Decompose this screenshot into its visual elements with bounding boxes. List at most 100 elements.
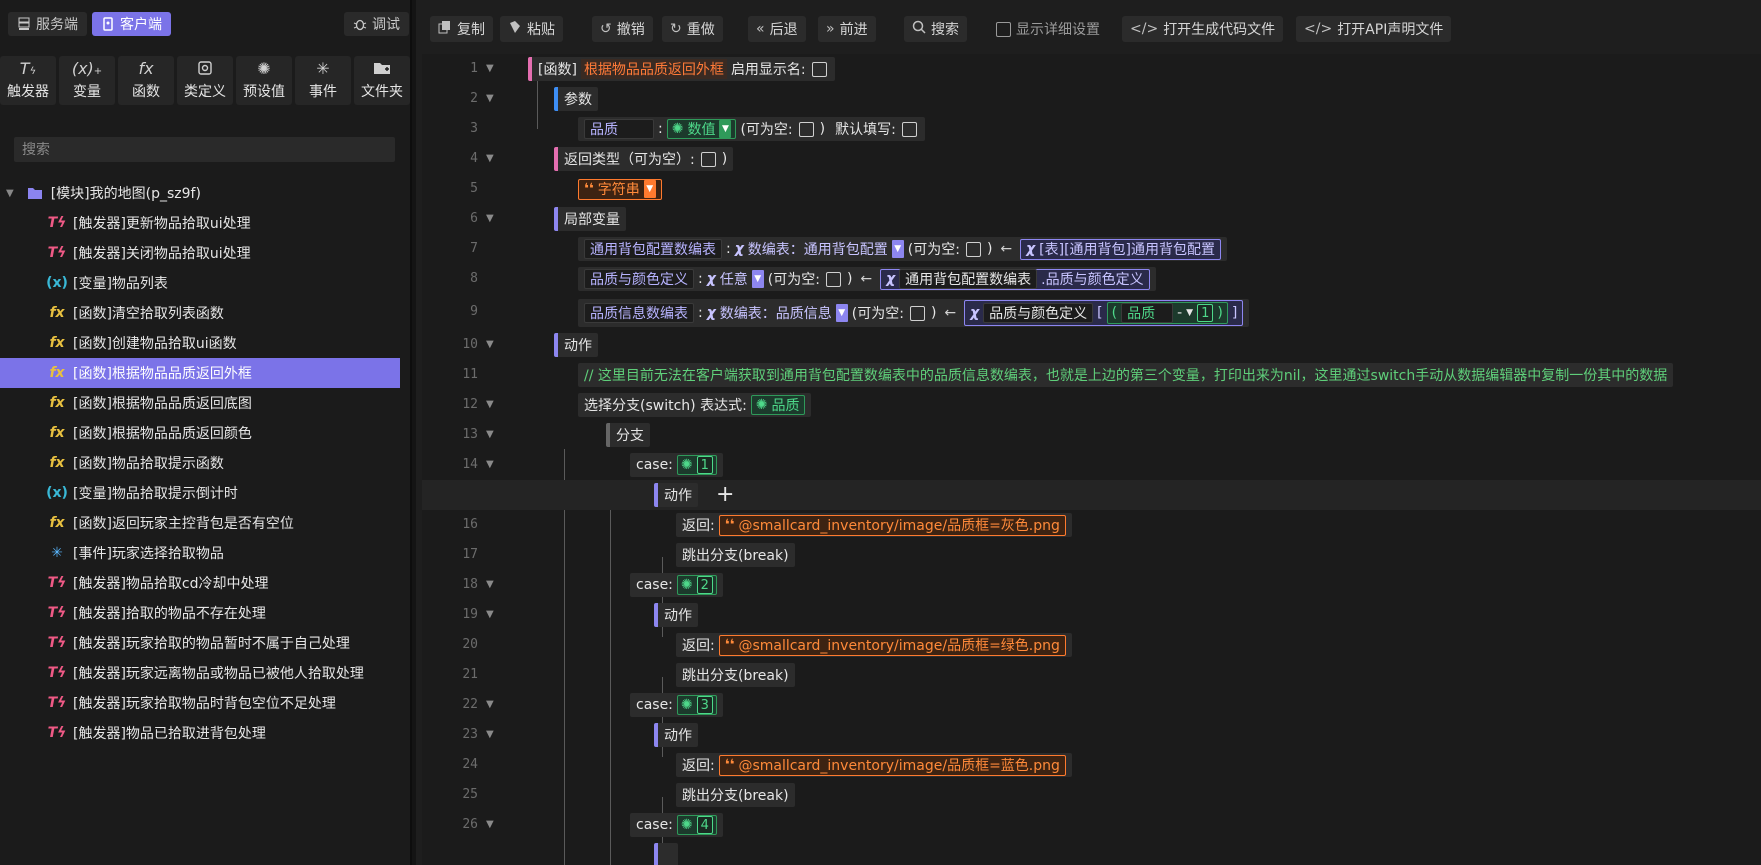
chevron-down-icon[interactable]: ▼ xyxy=(719,120,732,138)
actions-node[interactable]: 动作 xyxy=(554,333,598,357)
var-name-field[interactable]: 品质与颜色定义 xyxy=(584,269,694,289)
new-folder-button[interactable]: 文件夹 xyxy=(354,56,410,105)
var-name-field[interactable]: 通用背包配置数编表 xyxy=(584,239,722,259)
param-name-field[interactable]: 品质 xyxy=(584,119,654,139)
local-var-row[interactable]: 品质信息数编表 : χ 数编表：品质信息 ▼ (可为空: ) ← χ 品质与颜色… xyxy=(578,299,1250,327)
tree-item[interactable]: (x) [变量]物品拾取提示倒计时 xyxy=(0,478,410,508)
return-type-value[interactable]: ❛❛ 字符串 ▼ xyxy=(578,177,662,201)
var-value-tag[interactable]: χ [表][通用背包]通用背包配置 xyxy=(1020,238,1222,260)
var-value-tag[interactable]: χ 通用背包配置数编表 .品质与颜色定义 xyxy=(880,268,1150,290)
string-literal-value[interactable]: @smallcard_inventory/image/品质框=灰色.png xyxy=(738,515,1059,535)
show-detail-toggle[interactable]: 显示详细设置 xyxy=(988,16,1108,42)
tree-item[interactable]: Tϟ [触发器]玩家拾取的物品暂时不属于自己处理 xyxy=(0,628,410,658)
local-var-row[interactable]: 品质与颜色定义 : χ 任意 ▼ (可为空: ) ← χ 通用背包配置数编表 .… xyxy=(578,267,1156,291)
undo-button[interactable]: ↺ 撤销 xyxy=(592,16,653,42)
show-name-checkbox[interactable] xyxy=(811,61,827,77)
return-node[interactable]: 返回: ❛❛ @smallcard_inventory/image/品质框=绿色.p… xyxy=(676,633,1072,657)
break-node[interactable]: 跳出分支(break) xyxy=(676,783,795,807)
tree-item[interactable]: fx [函数]创建物品拾取ui函数 xyxy=(0,328,410,358)
new-variable-button[interactable]: (x)+ 变量 xyxy=(59,56,115,105)
tab-server[interactable]: 服务端 xyxy=(8,12,87,36)
case-value-tag[interactable]: ✺ 4 xyxy=(676,815,717,835)
case-actions-node[interactable] xyxy=(654,843,678,865)
case-node[interactable]: case: ✺ 3 xyxy=(630,693,723,717)
case-node[interactable]: case: ✺ 2 xyxy=(630,573,723,597)
tab-client[interactable]: 客户端 xyxy=(92,12,171,36)
tree-item[interactable]: Tϟ [触发器]关闭物品拾取ui处理 xyxy=(0,238,410,268)
case-number[interactable]: 1 xyxy=(696,456,713,474)
paste-button[interactable]: 粘贴 xyxy=(500,16,563,42)
index-expression-tag[interactable]: χ 品质与颜色定义 [ ( 品质 - ▼ 1 ) ] xyxy=(964,300,1244,326)
break-node[interactable]: 跳出分支(break) xyxy=(676,543,795,567)
tree-item[interactable]: Tϟ [触发器]更新物品拾取ui处理 xyxy=(0,208,410,238)
search-input[interactable] xyxy=(14,137,395,162)
chevron-down-icon[interactable]: ▼ xyxy=(6,188,14,199)
redo-button[interactable]: ↻ 重做 xyxy=(662,16,723,42)
var-ref-field[interactable]: 通用背包配置数编表 xyxy=(899,269,1038,289)
local-var-row[interactable]: 通用背包配置数编表 : χ 数编表：通用背包配置 ▼ (可为空: ) ← χ [… xyxy=(578,237,1228,261)
default-checkbox[interactable] xyxy=(901,121,917,137)
string-literal-value[interactable]: @smallcard_inventory/image/品质框=绿色.png xyxy=(738,635,1059,655)
case-node[interactable]: case: ✺ 4 xyxy=(630,813,723,837)
tree-item[interactable]: fx [函数]根据物品品质返回外框 xyxy=(0,358,400,388)
return-type-node[interactable]: 返回类型（可为空）: ) xyxy=(554,147,734,171)
case-value-tag[interactable]: ✺ 1 xyxy=(676,455,717,475)
nullable-checkbox[interactable] xyxy=(965,241,981,257)
subtract-expression-tag[interactable]: ( 品质 - ▼ 1 ) xyxy=(1106,302,1228,324)
tree-item[interactable]: fx [函数]根据物品品质返回颜色 xyxy=(0,418,410,448)
local-vars-node[interactable]: 局部变量 xyxy=(554,207,626,231)
open-generated-code-button[interactable]: </> 打开生成代码文件 xyxy=(1122,16,1284,42)
case-actions-node[interactable]: 动作 xyxy=(654,603,698,627)
case-node[interactable]: case: ✺ 1 xyxy=(630,453,723,477)
case-number[interactable]: 4 xyxy=(696,816,713,834)
tree-root-module[interactable]: ▼ [模块]我的地图(p_sz9f) xyxy=(0,178,410,208)
case-actions-node[interactable]: 动作 xyxy=(654,723,698,747)
switch-node[interactable]: 选择分支(switch) 表达式: ✺ 品质 xyxy=(578,393,811,417)
number-type-tag[interactable]: ✺ 数值 ▼ xyxy=(666,119,737,139)
string-literal-value[interactable]: @smallcard_inventory/image/品质框=蓝色.png xyxy=(738,755,1059,775)
add-action-plus-icon[interactable]: + xyxy=(716,480,734,510)
back-button[interactable]: « 后退 xyxy=(748,16,806,42)
new-trigger-button[interactable]: Tϟ 触发器 xyxy=(0,56,56,105)
case-value-tag[interactable]: ✺ 2 xyxy=(676,575,717,595)
return-node[interactable]: 返回: ❛❛ @smallcard_inventory/image/品质框=蓝色.p… xyxy=(676,753,1072,777)
param-row[interactable]: 品质 : ✺ 数值 ▼ (可为空: ) 默认填写: xyxy=(578,117,925,141)
number-literal[interactable]: 1 xyxy=(1197,304,1214,322)
string-type-tag[interactable]: ❛❛ 字符串 ▼ xyxy=(578,178,662,200)
case-number[interactable]: 3 xyxy=(696,696,713,714)
operand-field[interactable]: 品质 xyxy=(1121,303,1174,323)
comment-node[interactable]: // 这里目前无法在客户端获取到通用背包配置数编表中的品质信息数编表，也就是上边… xyxy=(578,363,1674,387)
new-preset-button[interactable]: ✺ 预设值 xyxy=(236,56,292,105)
tree-item[interactable]: fx [函数]清空拾取列表函数 xyxy=(0,298,410,328)
search-button[interactable]: 搜索 xyxy=(904,16,967,42)
tree-item[interactable]: fx [函数]根据物品品质返回底图 xyxy=(0,388,410,418)
nullable-checkbox[interactable] xyxy=(909,305,925,321)
tree-item[interactable]: (x) [变量]物品列表 xyxy=(0,268,410,298)
var-ref-field[interactable]: 品质与颜色定义 xyxy=(983,303,1094,323)
new-class-button[interactable]: 类定义 xyxy=(177,56,233,105)
return-node[interactable]: 返回: ❛❛ @smallcard_inventory/image/品质框=灰色.p… xyxy=(676,513,1072,537)
switch-expression-tag[interactable]: ✺ 品质 xyxy=(750,395,805,415)
tree-item[interactable]: ✳ [事件]玩家选择拾取物品 xyxy=(0,538,410,568)
params-node[interactable]: 参数 xyxy=(554,87,598,111)
tree-item[interactable]: Tϟ [触发器]玩家远离物品或物品已被他人拾取处理 xyxy=(0,658,410,688)
string-literal-tag[interactable]: ❛❛ @smallcard_inventory/image/品质框=灰色.png xyxy=(718,514,1066,536)
chevron-down-icon[interactable]: ▼ xyxy=(891,240,904,258)
chevron-down-icon[interactable]: ▼ xyxy=(643,180,656,198)
show-detail-checkbox[interactable] xyxy=(996,21,1011,37)
return-nullable-checkbox[interactable] xyxy=(700,151,716,167)
open-api-declaration-button[interactable]: </> 打开API声明文件 xyxy=(1296,16,1452,42)
new-event-button[interactable]: ✳ 事件 xyxy=(295,56,351,105)
tree-item[interactable]: Tϟ [触发器]物品拾取cd冷却中处理 xyxy=(0,568,410,598)
copy-button[interactable]: 复制 xyxy=(430,16,493,42)
tree-item[interactable]: fx [函数]物品拾取提示函数 xyxy=(0,448,410,478)
tree-item[interactable]: Tϟ [触发器]拾取的物品不存在处理 xyxy=(0,598,410,628)
chevron-down-icon[interactable]: ▼ xyxy=(835,304,848,322)
chevron-down-icon[interactable]: ▼ xyxy=(1186,308,1193,318)
nullable-checkbox[interactable] xyxy=(825,271,841,287)
string-literal-tag[interactable]: ❛❛ @smallcard_inventory/image/品质框=绿色.png xyxy=(718,634,1066,656)
tree-item[interactable]: Tϟ [触发器]物品已拾取进背包处理 xyxy=(0,718,410,748)
new-function-button[interactable]: fx 函数 xyxy=(118,56,174,105)
var-name-field[interactable]: 品质信息数编表 xyxy=(584,303,694,323)
break-node[interactable]: 跳出分支(break) xyxy=(676,663,795,687)
